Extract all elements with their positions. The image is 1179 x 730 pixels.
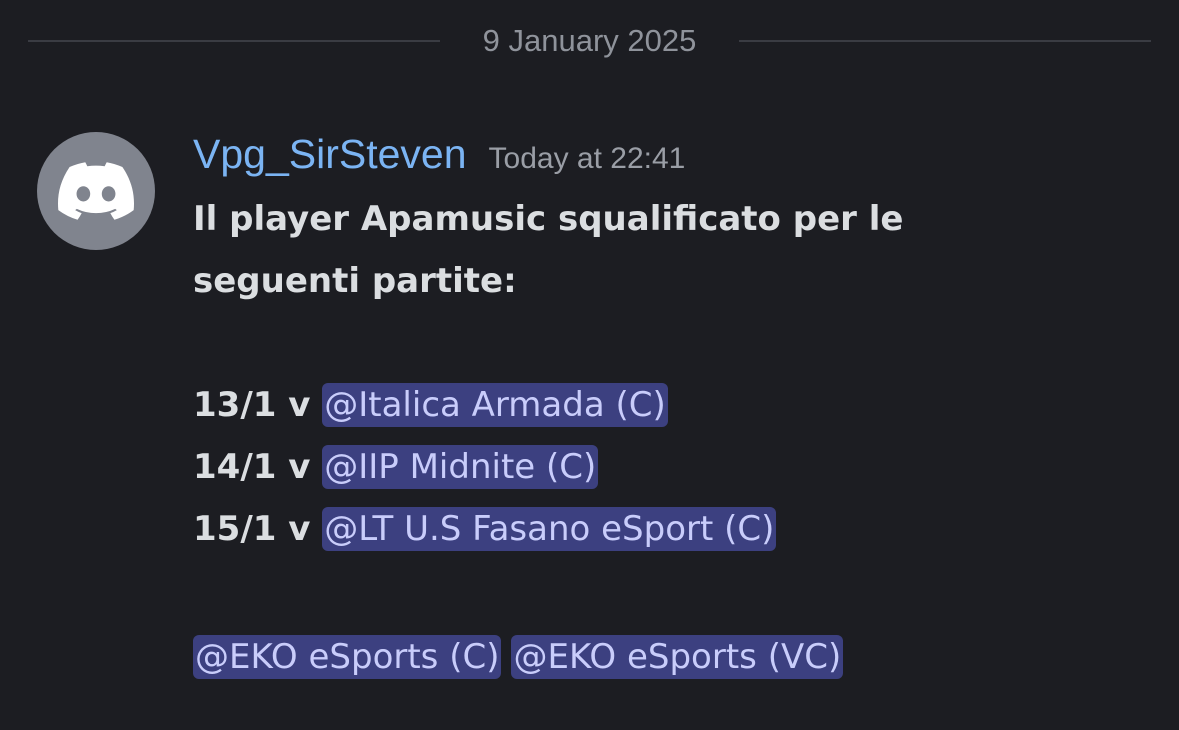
message-text: seguenti partite: bbox=[193, 261, 517, 301]
message-timestamp[interactable]: Today at 22:41 bbox=[489, 142, 686, 175]
role-mention[interactable]: @Italica Armada (C) bbox=[322, 383, 668, 427]
role-mention[interactable]: @EKO eSports (C) bbox=[193, 635, 502, 679]
match-line: 13/1 v @Italica Armada (C) bbox=[193, 374, 1153, 436]
author-username[interactable]: Vpg_SirSteven bbox=[193, 131, 467, 177]
user-avatar[interactable] bbox=[37, 132, 155, 250]
mentions-line: @EKO eSports (C) @EKO eSports (VC) bbox=[193, 626, 1153, 688]
divider-line-left bbox=[28, 40, 440, 42]
discord-logo-icon bbox=[58, 162, 134, 220]
match-date: 13/1 v bbox=[193, 385, 323, 425]
role-mention[interactable]: @IIP Midnite (C) bbox=[322, 445, 599, 489]
message-line: Il player Apamusic squalificato per le bbox=[193, 188, 1153, 250]
divider-line-right bbox=[739, 40, 1151, 42]
message-header: Vpg_SirSteven Today at 22:41 bbox=[193, 128, 685, 180]
message-content: Il player Apamusic squalificato per le s… bbox=[193, 188, 1153, 688]
match-date: 14/1 v bbox=[193, 447, 323, 487]
match-date: 15/1 v bbox=[193, 509, 323, 549]
date-divider-label: 9 January 2025 bbox=[482, 23, 697, 58]
match-line: 15/1 v @LT U.S Fasano eSport (C) bbox=[193, 498, 1153, 560]
date-divider: 9 January 2025 bbox=[28, 20, 1151, 62]
message-text: Il player Apamusic squalificato per le bbox=[193, 199, 904, 239]
message-line: seguenti partite: bbox=[193, 250, 1153, 312]
role-mention[interactable]: @LT U.S Fasano eSport (C) bbox=[322, 507, 777, 551]
role-mention[interactable]: @EKO eSports (VC) bbox=[511, 635, 844, 679]
match-line: 14/1 v @IIP Midnite (C) bbox=[193, 436, 1153, 498]
